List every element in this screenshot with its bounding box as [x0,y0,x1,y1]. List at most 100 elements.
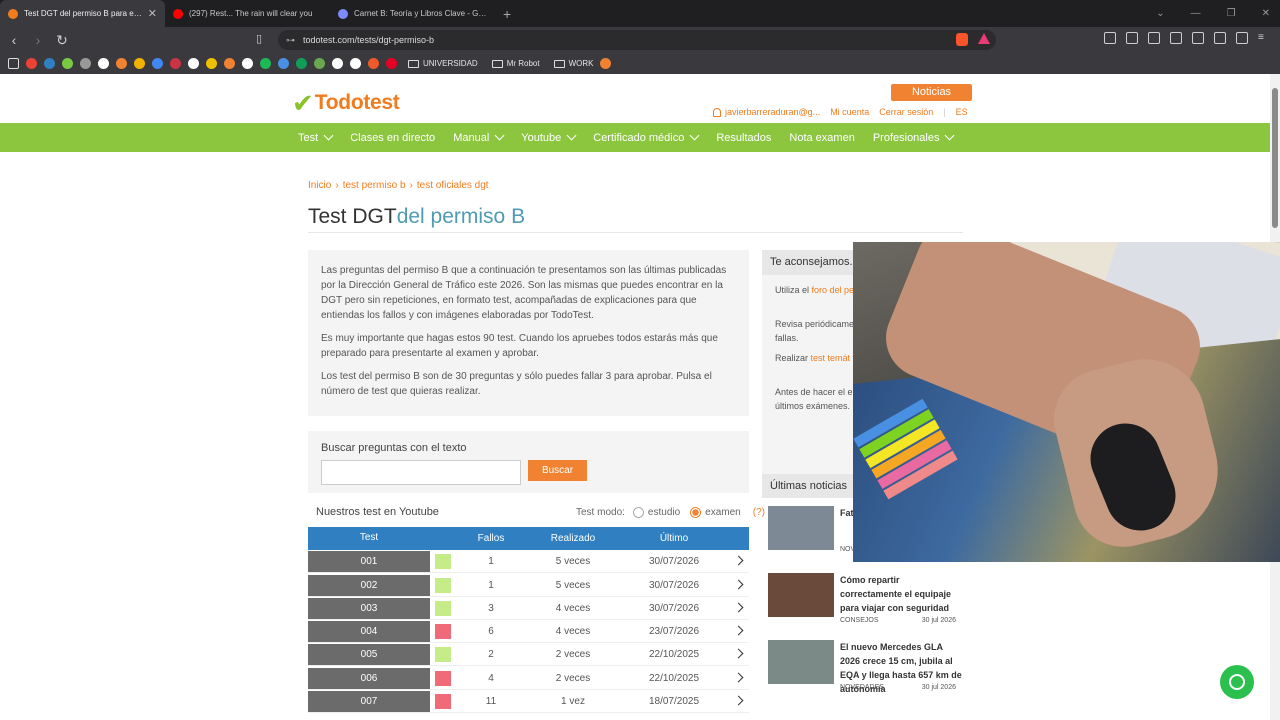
bookmark-favicon-icon[interactable] [116,58,127,69]
extensions-icon[interactable] [1104,32,1116,44]
language-selector[interactable]: ES [956,107,968,117]
radio-estudio[interactable] [632,507,644,518]
new-tab-button[interactable]: + [503,0,511,27]
news-item[interactable]: Cómo repartir correctamente el equipaje … [768,573,962,637]
bookmark-favicon-icon[interactable] [260,58,271,69]
bookmark-favicon-icon[interactable] [224,58,235,69]
chevron-right-icon[interactable] [733,555,744,566]
vpn-icon[interactable] [1236,32,1248,44]
scrollbar-thumb[interactable] [1272,88,1278,228]
bookmark-favicon-icon[interactable] [296,58,307,69]
nav-item[interactable]: Youtube [521,130,577,144]
table-row[interactable]: 003 3 4 veces 30/07/2026 [308,597,749,620]
test-number[interactable]: 006 [308,667,430,689]
bookmark-folder[interactable]: Mr Robot [491,59,540,68]
sidebar-icon[interactable] [1170,32,1182,44]
back-icon[interactable]: ‹ [4,32,24,48]
radio-examen-label[interactable]: examen [705,507,741,518]
downloads-icon[interactable] [1126,32,1138,44]
test-number[interactable]: 005 [308,644,430,666]
bookmark-favicon-icon[interactable] [134,58,145,69]
wallet-icon[interactable] [1192,32,1204,44]
bookmark-favicon-icon[interactable] [386,58,397,69]
table-row[interactable]: 006 4 2 veces 22/10/2025 [308,667,749,690]
news-item[interactable]: El nuevo Mercedes GLA 2026 crece 15 cm, … [768,640,962,704]
news-thumbnail[interactable] [768,573,834,617]
test-number[interactable]: 003 [308,597,430,619]
news-title[interactable]: Cómo repartir correctamente el equipaje … [840,573,962,615]
close-window-icon[interactable]: ✕ [1262,8,1270,19]
nav-item[interactable]: Certificado médico [593,130,700,144]
radio-examen[interactable] [690,507,702,518]
bookmark-favicon-icon[interactable] [206,58,217,69]
bookmark-favicon-icon[interactable] [170,58,181,69]
apps-icon[interactable] [8,58,19,69]
breadcrumb-link[interactable]: test oficiales dgt [417,180,489,191]
browser-tab[interactable]: Carnet B: Teoría y Libros Clave - Goo [330,0,495,27]
brave-shields-icon[interactable] [956,33,968,46]
bookmark-favicon-icon[interactable] [62,58,73,69]
leo-icon[interactable] [1214,32,1226,44]
tab-close-icon[interactable]: ✕ [148,7,157,20]
bookmark-favicon-icon[interactable] [314,58,325,69]
chevron-right-icon[interactable] [733,579,744,590]
browser-tab[interactable]: Test DGT del permiso B para examen ✕ [0,0,165,27]
tab-search-icon[interactable]: ⌄ [1156,8,1164,19]
table-row[interactable]: 001 1 5 veces 30/07/2026 [308,551,749,574]
bookmark-favicon-icon[interactable] [152,58,163,69]
bookmark-favicon-icon[interactable] [26,58,37,69]
table-row[interactable]: 004 6 4 veces 23/07/2026 [308,621,749,644]
bookmark-favicon-icon[interactable] [350,58,361,69]
maximize-icon[interactable]: ❐ [1227,8,1236,19]
chevron-right-icon[interactable] [733,625,744,636]
test-number[interactable]: 002 [308,574,430,596]
forward-icon[interactable]: › [28,32,48,48]
bookmark-folder[interactable]: UNIVERSIDAD [408,59,478,68]
bookmark-favicon-icon[interactable] [80,58,91,69]
nav-item[interactable]: Manual [453,130,505,144]
address-input[interactable]: ⊶ todotest.com/tests/dgt-permiso-b [278,30,996,50]
browser-tab[interactable]: (297) Rest... The rain will clear you [165,0,330,27]
todotest-logo[interactable]: ✔ Todotest [292,90,400,116]
nav-item[interactable]: Nota examen [789,132,854,144]
breadcrumb-link[interactable]: test permiso b [343,180,406,191]
table-row[interactable]: 007 11 1 vez 18/07/2025 [308,691,749,714]
bookmark-favicon-icon[interactable] [278,58,289,69]
media-icon[interactable] [1148,32,1160,44]
brave-rewards-icon[interactable] [978,33,990,44]
nav-item[interactable]: Resultados [716,132,771,144]
noticias-button[interactable]: Noticias [891,84,972,101]
nav-item[interactable]: Test [298,130,334,144]
search-button[interactable]: Buscar [528,460,587,481]
bookmark-favicon-icon[interactable] [242,58,253,69]
bookmark-favicon-icon[interactable] [368,58,379,69]
whatsapp-button[interactable] [1220,665,1254,699]
chevron-right-icon[interactable] [733,602,744,613]
my-account-link[interactable]: Mi cuenta [830,107,869,117]
nav-item[interactable]: Profesionales [873,130,955,144]
table-row[interactable]: 002 1 5 veces 30/07/2026 [308,574,749,597]
reload-icon[interactable]: ↻ [52,32,72,49]
bookmark-folder[interactable]: WORK [553,59,593,68]
nav-item[interactable]: Clases en directo [350,132,435,144]
news-thumbnail[interactable] [768,640,834,684]
radio-estudio-label[interactable]: estudio [648,507,680,518]
bookmark-icon[interactable]: ▯ [256,32,262,45]
test-number[interactable]: 007 [308,691,430,713]
site-info-icon[interactable]: ⊶ [286,35,295,46]
test-number[interactable]: 004 [308,621,430,643]
menu-icon[interactable]: ≡ [1258,32,1270,44]
test-number[interactable]: 001 [308,551,430,573]
breadcrumb-link[interactable]: Inicio [308,180,331,191]
bookmark-check-icon[interactable] [600,58,612,69]
advice-link[interactable]: test temát [811,353,851,363]
chevron-right-icon[interactable] [733,649,744,659]
search-input[interactable] [321,460,521,485]
bookmark-favicon-icon[interactable] [332,58,343,69]
logout-link[interactable]: Cerrar sesión [879,107,933,117]
bookmark-favicon-icon[interactable] [98,58,109,69]
bookmark-favicon-icon[interactable] [188,58,199,69]
user-account[interactable]: javierbarreraduran@g... [713,107,820,117]
chevron-right-icon[interactable] [733,695,744,706]
table-row[interactable]: 005 2 2 veces 22/10/2025 [308,644,749,667]
